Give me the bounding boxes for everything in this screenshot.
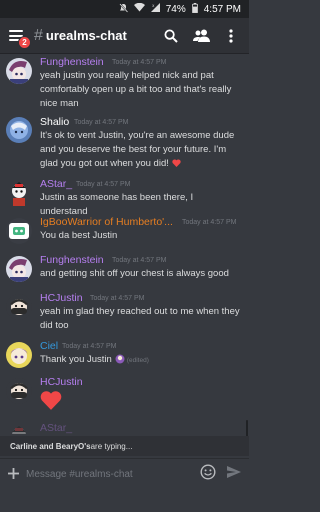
author-name[interactable]: Ciel xyxy=(40,340,58,352)
author-name[interactable]: HCJustin xyxy=(40,292,83,304)
battery-icon xyxy=(191,2,198,16)
add-attachment-button[interactable] xyxy=(8,463,19,483)
heart-icon xyxy=(172,158,181,172)
signal-icon: x xyxy=(150,3,160,15)
avatar[interactable] xyxy=(6,117,32,143)
message-body: It's ok to vent Justin, you're an awesom… xyxy=(40,130,235,169)
avatar[interactable] xyxy=(6,256,32,282)
message-text: yeah im glad they reached out to me when… xyxy=(40,306,240,331)
timestamp: Today at 4:57 PM xyxy=(74,119,129,126)
author-name[interactable]: Funghenstein xyxy=(40,254,104,266)
clock: 4:57 PM xyxy=(203,3,241,15)
typing-users: Carline and BearyO's xyxy=(10,441,91,451)
message-list[interactable]: Funghenstein Today at 4:57 PM yeah justi… xyxy=(0,54,249,434)
search-button[interactable] xyxy=(159,18,183,54)
message-text: and getting shit off your chest is alway… xyxy=(40,268,229,279)
author-name[interactable]: IgBooWarrior of Humberto'... xyxy=(40,216,173,228)
battery-percent: 74% xyxy=(165,3,186,15)
channel-title: urealms-chat xyxy=(45,28,127,43)
avatar[interactable] xyxy=(6,378,32,404)
timestamp: Today at 4:57 PM xyxy=(112,257,167,264)
smiley-icon xyxy=(200,464,216,480)
message-input[interactable] xyxy=(26,465,194,483)
send-icon xyxy=(227,466,241,478)
mute-icon xyxy=(119,2,128,16)
custom-emoji-icon xyxy=(115,354,125,369)
more-vertical-icon xyxy=(229,28,233,43)
message-body: Thank you Justin xyxy=(40,354,112,365)
emoji-button[interactable] xyxy=(200,464,216,480)
more-options-button[interactable] xyxy=(219,18,243,54)
message-text: You da best Justin xyxy=(40,230,118,241)
timestamp: Today at 4:57 PM xyxy=(90,295,145,302)
avatar[interactable] xyxy=(6,342,32,368)
typing-suffix: are typing... xyxy=(90,441,133,451)
timestamp: Today at 4:57 PM xyxy=(62,343,117,350)
author-name[interactable]: Funghenstein xyxy=(40,56,104,68)
author-name[interactable]: AStar_ xyxy=(40,422,72,434)
avatar[interactable] xyxy=(6,424,32,434)
wifi-icon xyxy=(133,2,145,15)
avatar[interactable] xyxy=(6,180,32,206)
edited-label: (edited) xyxy=(126,357,149,364)
search-icon xyxy=(164,29,178,43)
big-heart-emoji-icon xyxy=(40,390,62,415)
svg-text:x: x xyxy=(152,3,155,8)
typing-indicator: Carline and BearyO's are typing... xyxy=(0,436,249,456)
menu-button[interactable]: 2 xyxy=(0,18,32,54)
message-text: yeah justin you really helped nick and p… xyxy=(40,70,232,109)
channel-hash-icon: # xyxy=(34,26,43,44)
channel-header: 2 # urealms-chat xyxy=(0,18,249,54)
avatar[interactable] xyxy=(6,218,32,244)
members-icon xyxy=(192,29,210,42)
author-name[interactable]: AStar_ xyxy=(40,178,72,190)
timestamp: Today at 4:57 PM xyxy=(112,59,167,66)
plus-icon xyxy=(8,468,19,479)
notification-badge: 2 xyxy=(18,35,31,49)
message-text: Thank you Justin (edited) xyxy=(40,353,243,369)
message-text: Justin as someone has been there, I unde… xyxy=(40,192,194,217)
status-bar: x 74% 4:57 PM xyxy=(0,0,249,18)
message-text: It's ok to vent Justin, you're an awesom… xyxy=(40,129,243,172)
avatar[interactable] xyxy=(6,294,32,320)
timestamp: Today at 4:57 PM xyxy=(76,181,131,188)
author-name[interactable]: Shalio xyxy=(40,116,69,128)
message-composer xyxy=(0,458,249,512)
avatar[interactable] xyxy=(6,58,32,84)
send-button[interactable] xyxy=(226,464,242,480)
timestamp: Today at 4:57 PM xyxy=(182,219,237,226)
author-name[interactable]: HCJustin xyxy=(40,376,83,388)
members-button[interactable] xyxy=(189,18,213,54)
